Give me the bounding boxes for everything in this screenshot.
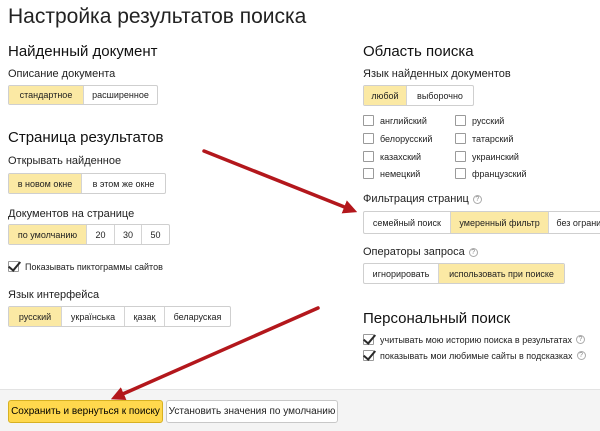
annotation-arrows [110, 149, 358, 401]
arrow-to-filter [202, 149, 358, 214]
arrow-to-save-button [110, 306, 320, 401]
